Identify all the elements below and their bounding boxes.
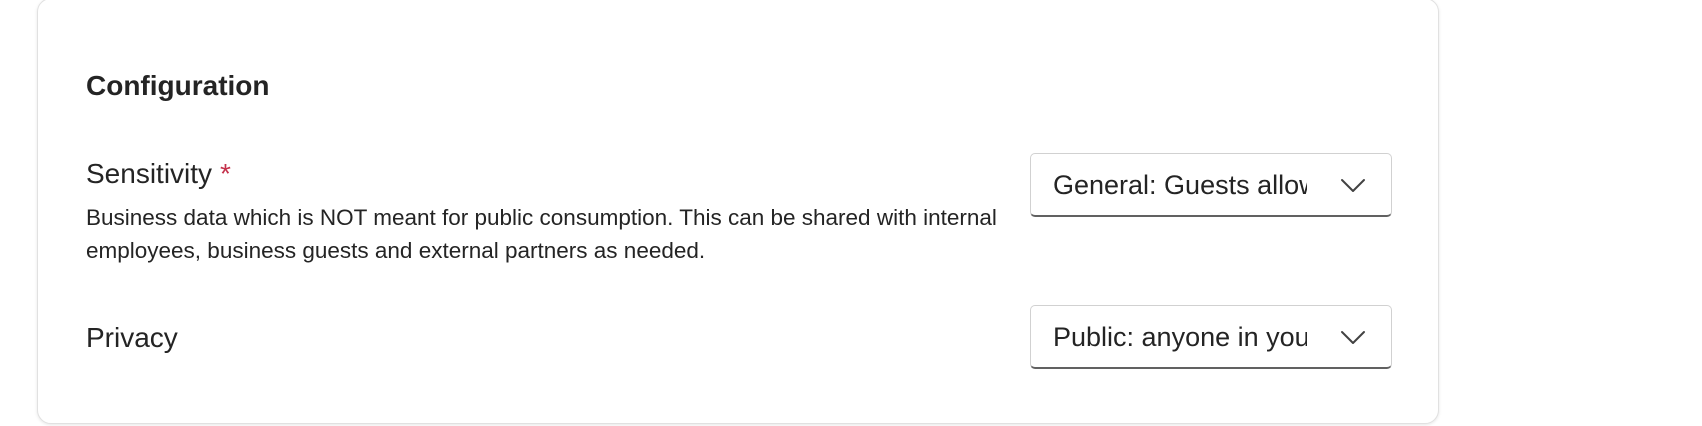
configuration-card: Configuration Sensitivity * Business data… — [37, 0, 1439, 424]
sensitivity-label: Sensitivity * — [86, 157, 231, 191]
section-title: Configuration — [86, 70, 270, 101]
sensitivity-description: Business data which is NOT meant for pub… — [86, 205, 997, 263]
sensitivity-label-text: Sensitivity — [86, 158, 213, 189]
sensitivity-dropdown[interactable]: General: Guests allowed — [1030, 153, 1392, 217]
chevron-down-icon — [1341, 331, 1365, 344]
chevron-down-icon — [1341, 179, 1365, 192]
privacy-dropdown[interactable]: Public: anyone in your organization — [1030, 305, 1392, 369]
sensitivity-selected-value: General: Guests allowed — [1053, 170, 1307, 200]
privacy-selected-value: Public: anyone in your organization — [1053, 322, 1307, 352]
privacy-label: Privacy — [86, 322, 178, 353]
required-marker: * — [220, 158, 231, 189]
